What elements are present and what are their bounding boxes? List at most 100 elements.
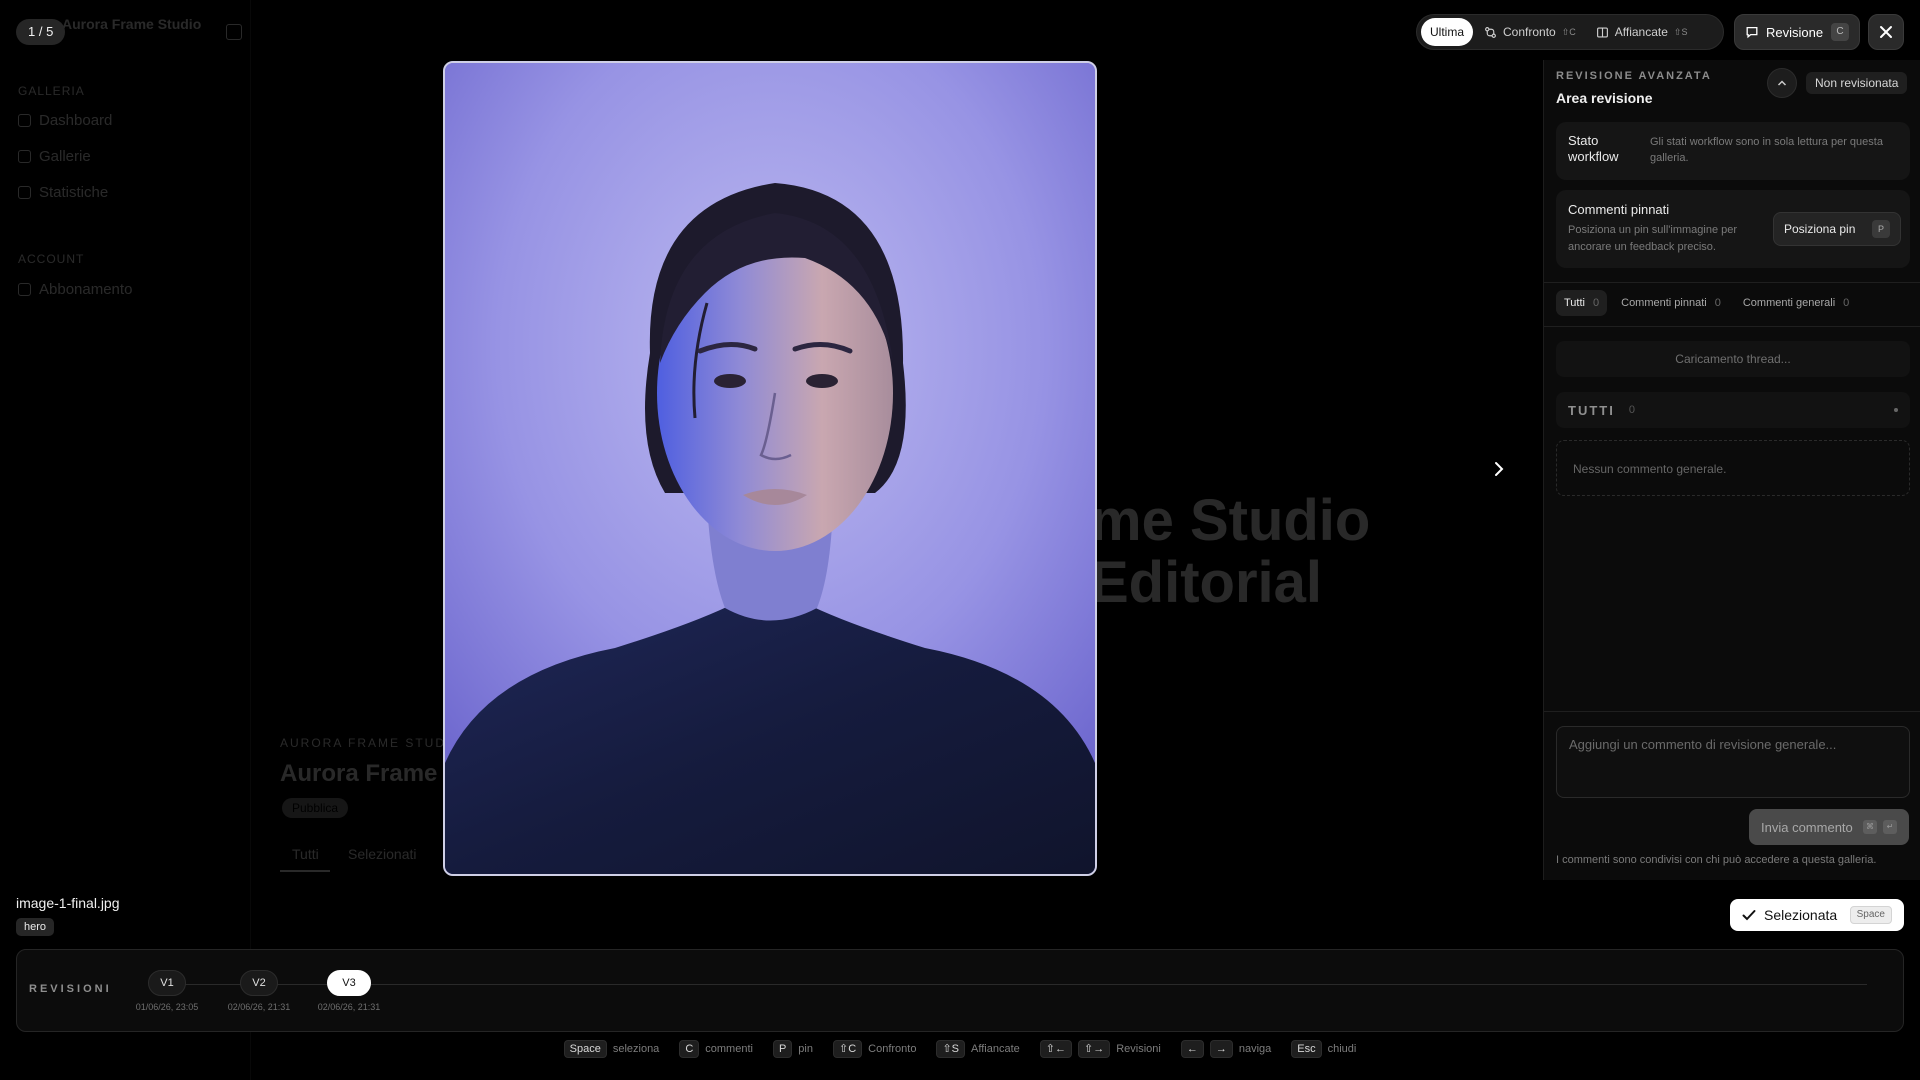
revision-v2[interactable]: V2 02/06/26, 21:31 [219, 970, 299, 1012]
revision-v1[interactable]: V1 01/06/26, 23:05 [127, 970, 207, 1012]
shortcut-key: P [772, 1040, 793, 1058]
shortcut-key: ⇧→ [1077, 1040, 1111, 1058]
shortcut-label: seleziona [612, 1043, 660, 1055]
revisions-track [153, 984, 1867, 985]
revision-date: 02/06/26, 21:31 [227, 1002, 291, 1012]
main-image[interactable] [443, 61, 1097, 876]
tab-all[interactable]: Tutti 0 [1556, 290, 1608, 316]
close-icon [1880, 26, 1892, 38]
background-tab: Selezionati [348, 846, 417, 862]
revision-date: 01/06/26, 23:05 [135, 1002, 199, 1012]
background-nav-item: Abbonamento [18, 281, 132, 298]
image-tag: hero [16, 918, 55, 936]
shortcut-label: Confronto [868, 1043, 917, 1055]
shortcut-key: Space [563, 1040, 607, 1058]
mode-side-by-side-button[interactable]: Affiancate ⇧S [1587, 18, 1697, 46]
background-status-chip: Pubblica [282, 798, 349, 818]
shortcut-label: pin [798, 1043, 813, 1055]
shortcut-label: commenti [705, 1043, 753, 1055]
pins-label: Commenti pinnati [1568, 202, 1670, 217]
comments-section-header[interactable]: TUTTI 0 [1556, 392, 1910, 428]
status-badge: Non revisionata [1806, 72, 1908, 94]
image-filename: image-1-final.jpg [16, 895, 120, 911]
background-gallery-title: Aurora Frame S [280, 760, 461, 787]
revisions-label: REVISIONI [29, 983, 112, 995]
nav-icon [18, 150, 31, 163]
mode-latest-button[interactable]: Ultima [1421, 18, 1474, 46]
panel-eyebrow: REVISIONE AVANZATA [1556, 70, 1712, 82]
pinned-comments-card: Commenti pinnati Posiziona un pin sull'i… [1556, 190, 1910, 268]
sidebar-divider [250, 0, 251, 1080]
tab-pinned-comments[interactable]: Commenti pinnati 0 [1613, 290, 1729, 316]
place-pin-button[interactable]: Posiziona pin P [1773, 212, 1901, 246]
collapse-panel-button[interactable] [1767, 68, 1797, 98]
next-image-button[interactable] [1486, 454, 1512, 484]
shortcut-hint: Space [1849, 906, 1892, 924]
comment-icon [1746, 26, 1758, 39]
shortcut-key: ← [1180, 1040, 1204, 1058]
workflow-description: Gli stati workflow sono in sola lettura … [1650, 136, 1883, 164]
dot-icon [1894, 408, 1898, 412]
shortcut-label: Affiancate [971, 1043, 1020, 1055]
background-nav-item: Gallerie [18, 148, 91, 165]
background-tab-indicator [280, 870, 330, 872]
image-counter: 1 / 5 [16, 19, 66, 45]
tab-general-comments[interactable]: Commenti generali 0 [1735, 290, 1857, 316]
pins-description: Posiziona un pin sull'immagine per ancor… [1568, 224, 1738, 253]
shortcut-label: chiudi [1327, 1043, 1357, 1055]
panel-divider [1544, 326, 1920, 327]
loading-threads: Caricamento thread... [1556, 341, 1910, 377]
check-icon [1742, 910, 1756, 921]
shortcut-label: Revisioni [1116, 1043, 1161, 1055]
comment-input[interactable] [1569, 737, 1897, 787]
workflow-label: Stato workflow [1568, 133, 1619, 164]
panel-title: Area revisione [1556, 90, 1653, 106]
background-brand: Aurora Frame Studio [62, 16, 202, 32]
comment-filter-tabs: Tutti 0 Commenti pinnati 0 Commenti genera… [1556, 290, 1857, 316]
split-view-icon [1596, 26, 1608, 38]
review-panel: REVISIONE AVANZATA Area revisione Non re… [1543, 60, 1920, 880]
background-section-label: ACCOUNT [18, 252, 85, 266]
select-toggle-button[interactable]: Selezionata Space [1730, 899, 1904, 931]
background-tab: Tutti [292, 846, 319, 862]
revision-pill[interactable]: V3 [327, 970, 371, 996]
nav-icon [18, 283, 31, 296]
revision-date: 02/06/26, 21:31 [317, 1002, 381, 1012]
share-note: I commenti sono condivisi con chi può ac… [1556, 854, 1877, 866]
review-toggle-button[interactable]: Revisione C [1734, 14, 1860, 50]
chevron-right-icon [1495, 462, 1504, 476]
shortcut-hint: ⇧C [1561, 26, 1576, 37]
command-key-icon: ⌘ [1863, 820, 1877, 834]
mode-compare-button[interactable]: Confronto ⇧C [1475, 18, 1585, 46]
nav-icon [18, 114, 31, 127]
background-nav-item: Statistiche [18, 184, 108, 201]
shortcut-key: C [679, 1040, 700, 1058]
view-mode-switcher: Ultima Confronto ⇧C Affiancate ⇧S [1416, 14, 1724, 50]
comment-composer [1556, 726, 1910, 798]
shortcut-hint: P [1872, 220, 1890, 238]
shortcut-key: → [1209, 1040, 1233, 1058]
workflow-card: Stato workflow Gli stati workflow sono i… [1556, 122, 1910, 180]
close-button[interactable] [1868, 14, 1904, 50]
revision-v3[interactable]: V3 02/06/26, 21:31 [309, 970, 389, 1012]
shortcut-label: naviga [1238, 1043, 1272, 1055]
panel-divider [1544, 711, 1920, 712]
shortcut-hint: ⇧S [1673, 26, 1688, 37]
background-eyebrow: AURORA FRAME STUDIO [280, 736, 463, 750]
shortcut-key: ⇧C [832, 1040, 863, 1058]
background-nav-item: Dashboard [18, 112, 112, 129]
shortcut-hint: C [1831, 23, 1849, 41]
nav-icon [18, 186, 31, 199]
shortcut-key: Esc [1291, 1040, 1322, 1058]
shortcut-key: ⇧← [1039, 1040, 1072, 1058]
revision-pill[interactable]: V1 [148, 970, 186, 996]
send-comment-button[interactable]: Invia commento ⌘ ↵ [1749, 809, 1909, 845]
compare-icon [1485, 26, 1496, 38]
chevron-up-icon [1777, 80, 1787, 86]
revisions-timeline: REVISIONI V1 01/06/26, 23:05 V2 02/06/26… [16, 949, 1904, 1032]
background-hero-title: me Studio Editorial [1090, 488, 1371, 615]
section-count: 0 [1628, 404, 1635, 416]
panel-divider [1544, 282, 1920, 283]
revision-pill[interactable]: V2 [240, 970, 278, 996]
empty-state: Nessun commento generale. [1556, 440, 1910, 496]
